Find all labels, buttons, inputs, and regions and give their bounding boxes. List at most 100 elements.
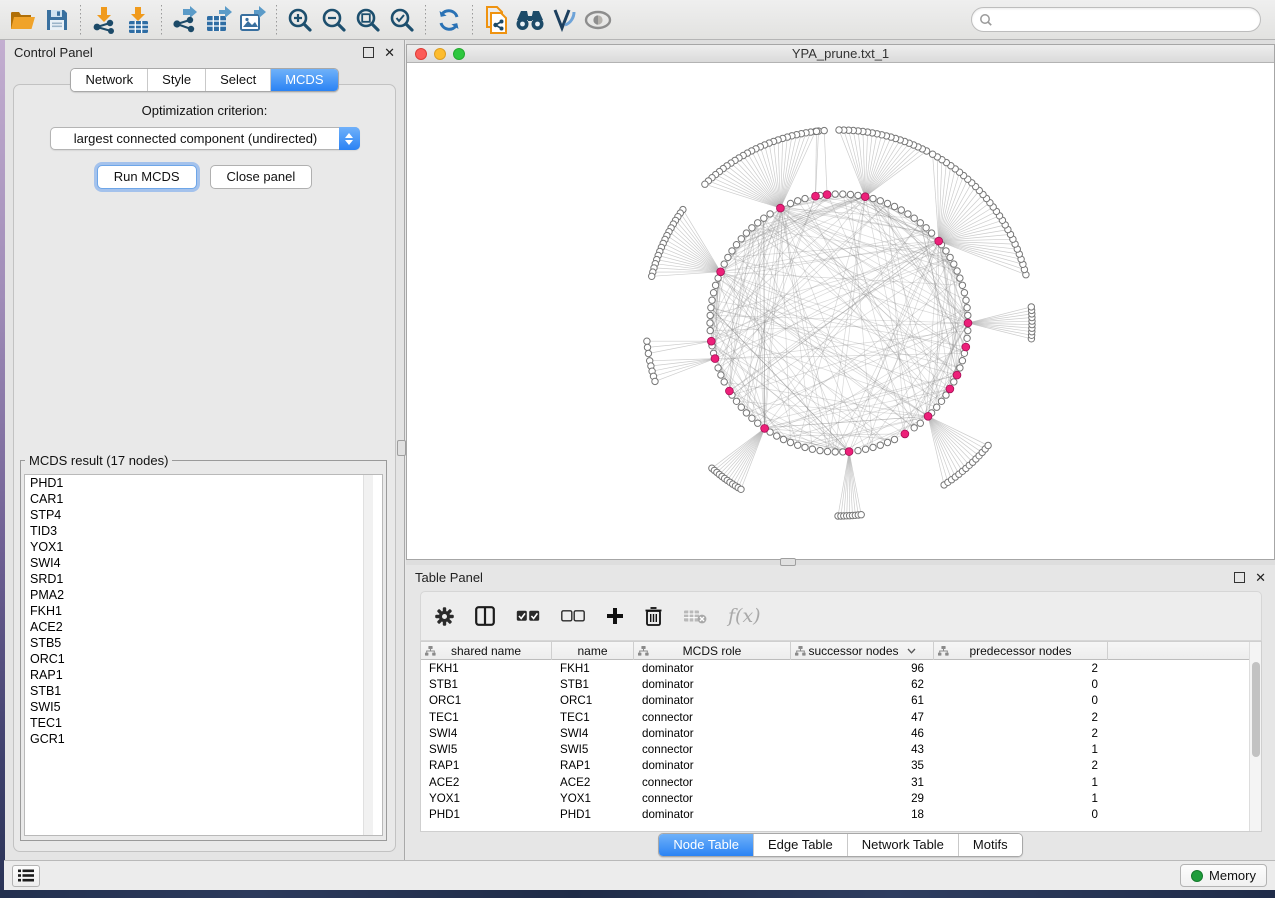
cell-successor-nodes[interactable]: 47 xyxy=(791,711,934,724)
mcds-result-item[interactable]: GCR1 xyxy=(25,731,382,747)
horizontal-splitter-handle[interactable] xyxy=(780,558,796,566)
criterion-dropdown[interactable]: largest connected component (undirected) xyxy=(50,127,360,150)
close-panel-icon[interactable]: ✕ xyxy=(1255,572,1266,583)
float-window-icon[interactable] xyxy=(1234,572,1245,583)
table-row[interactable]: SWI5SWI5connector431 xyxy=(421,741,1261,757)
float-window-icon[interactable] xyxy=(363,47,374,58)
zoom-fit-icon[interactable] xyxy=(353,4,383,36)
cell-successor-nodes[interactable]: 29 xyxy=(791,792,934,805)
import-network-icon[interactable] xyxy=(89,4,119,36)
mcds-result-item[interactable]: STP4 xyxy=(25,507,382,523)
cell-name[interactable]: ACE2 xyxy=(552,776,634,789)
settings-gear-icon[interactable] xyxy=(435,607,454,626)
cell-name[interactable]: SWI5 xyxy=(552,743,634,756)
mcds-result-item[interactable]: SWI4 xyxy=(25,555,382,571)
cell-MCDS-role[interactable]: dominator xyxy=(634,759,791,772)
cell-MCDS-role[interactable]: dominator xyxy=(634,694,791,707)
cell-name[interactable]: ORC1 xyxy=(552,694,634,707)
cell-predecessor-nodes[interactable]: 0 xyxy=(934,808,1108,821)
close-panel-button[interactable]: Close panel xyxy=(210,165,313,189)
mcds-result-item[interactable]: RAP1 xyxy=(25,667,382,683)
mcds-result-item[interactable]: FKH1 xyxy=(25,603,382,619)
mcds-result-item[interactable]: CAR1 xyxy=(25,491,382,507)
close-panel-icon[interactable]: ✕ xyxy=(384,47,395,58)
memory-button[interactable]: Memory xyxy=(1180,864,1267,887)
cell-predecessor-nodes[interactable]: 2 xyxy=(934,727,1108,740)
cell-name[interactable]: RAP1 xyxy=(552,759,634,772)
node-table[interactable]: shared namenameMCDS rolesuccessor nodesp… xyxy=(420,641,1262,832)
table-vertical-scrollbar[interactable] xyxy=(1249,642,1261,831)
zoom-out-icon[interactable] xyxy=(319,4,349,36)
save-icon[interactable] xyxy=(42,4,72,36)
cell-predecessor-nodes[interactable]: 2 xyxy=(934,662,1108,675)
cell-MCDS-role[interactable]: connector xyxy=(634,711,791,724)
run-mcds-button[interactable]: Run MCDS xyxy=(97,165,197,189)
cell-MCDS-role[interactable]: connector xyxy=(634,743,791,756)
cell-successor-nodes[interactable]: 18 xyxy=(791,808,934,821)
table-row[interactable]: FKH1FKH1dominator962 xyxy=(421,660,1261,676)
cell-MCDS-role[interactable]: connector xyxy=(634,776,791,789)
cell-predecessor-nodes[interactable]: 0 xyxy=(934,678,1108,691)
cell-name[interactable]: FKH1 xyxy=(552,662,634,675)
cell-successor-nodes[interactable]: 31 xyxy=(791,776,934,789)
cell-shared-name[interactable]: ORC1 xyxy=(421,694,552,707)
toolbar-search-field[interactable] xyxy=(971,7,1261,32)
cell-MCDS-role[interactable]: dominator xyxy=(634,678,791,691)
column-header-shared-name[interactable]: shared name xyxy=(421,642,552,660)
network-canvas[interactable] xyxy=(407,63,1274,559)
column-header-name[interactable]: name xyxy=(552,642,634,660)
mcds-result-item[interactable]: YOX1 xyxy=(25,539,382,555)
mcds-result-item[interactable]: TID3 xyxy=(25,523,382,539)
table-row[interactable]: SWI4SWI4dominator462 xyxy=(421,725,1261,741)
cell-shared-name[interactable]: SWI5 xyxy=(421,743,552,756)
export-image-icon[interactable] xyxy=(238,4,268,36)
cell-name[interactable]: STB1 xyxy=(552,678,634,691)
column-view-icon[interactable] xyxy=(475,606,495,626)
tab-network-table[interactable]: Network Table xyxy=(847,834,958,856)
cell-MCDS-role[interactable]: dominator xyxy=(634,808,791,821)
cell-shared-name[interactable]: FKH1 xyxy=(421,662,552,675)
tab-select[interactable]: Select xyxy=(205,69,270,91)
import-table-icon[interactable] xyxy=(123,4,153,36)
export-network-icon[interactable] xyxy=(170,4,200,36)
tab-node-table[interactable]: Node Table xyxy=(659,834,753,856)
tab-network[interactable]: Network xyxy=(71,69,147,91)
cell-shared-name[interactable]: ACE2 xyxy=(421,776,552,789)
mcds-result-item[interactable]: STB5 xyxy=(25,635,382,651)
table-row[interactable]: PHD1PHD1dominator180 xyxy=(421,807,1261,823)
cell-predecessor-nodes[interactable]: 1 xyxy=(934,776,1108,789)
cell-name[interactable]: SWI4 xyxy=(552,727,634,740)
cell-shared-name[interactable]: RAP1 xyxy=(421,759,552,772)
cell-MCDS-role[interactable]: dominator xyxy=(634,662,791,675)
cell-MCDS-role[interactable]: dominator xyxy=(634,727,791,740)
cell-successor-nodes[interactable]: 35 xyxy=(791,759,934,772)
cell-successor-nodes[interactable]: 46 xyxy=(791,727,934,740)
mcds-result-item[interactable]: ORC1 xyxy=(25,651,382,667)
cell-shared-name[interactable]: YOX1 xyxy=(421,792,552,805)
clone-network-icon[interactable] xyxy=(481,4,511,36)
task-history-button[interactable] xyxy=(12,865,40,887)
mcds-result-item[interactable]: SWI5 xyxy=(25,699,382,715)
export-table-icon[interactable] xyxy=(204,4,234,36)
mcds-result-item[interactable]: PMA2 xyxy=(25,587,382,603)
zoom-selected-icon[interactable] xyxy=(387,4,417,36)
style-mapper-icon[interactable] xyxy=(549,4,579,36)
binoculars-search-icon[interactable] xyxy=(515,4,545,36)
cell-name[interactable]: PHD1 xyxy=(552,808,634,821)
open-folder-icon[interactable] xyxy=(8,4,38,36)
tab-motifs[interactable]: Motifs xyxy=(958,834,1022,856)
deselect-all-checkboxes-icon[interactable] xyxy=(561,610,585,622)
mcds-list-scroll-track[interactable] xyxy=(363,475,373,835)
cell-shared-name[interactable]: PHD1 xyxy=(421,808,552,821)
eye-toggle-icon[interactable] xyxy=(583,4,613,36)
column-header-MCDS-role[interactable]: MCDS role xyxy=(634,642,791,660)
table-row[interactable]: TEC1TEC1connector472 xyxy=(421,709,1261,725)
cell-MCDS-role[interactable]: connector xyxy=(634,792,791,805)
scrollbar-thumb[interactable] xyxy=(1252,662,1260,757)
cell-predecessor-nodes[interactable]: 2 xyxy=(934,711,1108,724)
mcds-result-item[interactable]: STB1 xyxy=(25,683,382,699)
delete-column-icon[interactable] xyxy=(645,606,662,626)
mcds-result-list[interactable]: PHD1CAR1STP4TID3YOX1SWI4SRD1PMA2FKH1ACE2… xyxy=(24,474,383,836)
table-row[interactable]: RAP1RAP1dominator352 xyxy=(421,758,1261,774)
cell-successor-nodes[interactable]: 61 xyxy=(791,694,934,707)
